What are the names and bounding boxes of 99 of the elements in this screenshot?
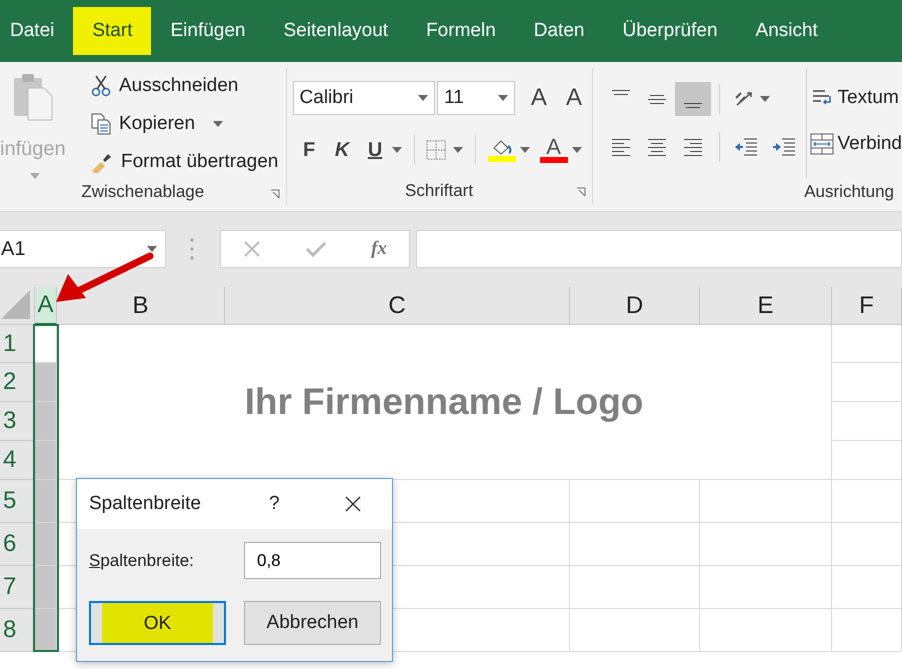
borders-icon[interactable] xyxy=(426,139,447,161)
sheet-cell[interactable] xyxy=(35,325,57,363)
dialog-launcher-icon[interactable] xyxy=(576,187,586,197)
merge-button[interactable]: Verbind xyxy=(810,132,902,156)
ok-button[interactable]: OK xyxy=(89,601,226,645)
group-label: Ausrichtung xyxy=(804,182,894,202)
italic-button[interactable]: K xyxy=(326,138,359,162)
sheet-cell[interactable] xyxy=(700,609,832,652)
ribbon-tab[interactable]: Datei xyxy=(0,7,74,55)
ribbon-tab[interactable]: Formeln xyxy=(407,7,515,55)
sheet-cell[interactable] xyxy=(35,609,57,652)
sheet-cell[interactable] xyxy=(832,523,902,566)
row-header[interactable]: 4 xyxy=(0,441,35,480)
ribbon-tab[interactable]: Überprüfen xyxy=(603,7,737,55)
close-icon[interactable] xyxy=(345,496,361,512)
caret-icon[interactable] xyxy=(392,147,402,153)
ribbon-tab[interactable]: Einfügen xyxy=(151,7,264,55)
column-header[interactable]: F xyxy=(832,287,902,325)
company-title: Ihr Firmenname / Logo xyxy=(244,381,644,423)
sheet-cell[interactable] xyxy=(832,480,902,523)
copy-icon xyxy=(91,112,111,134)
align-right-icon xyxy=(684,138,702,156)
formula-input[interactable] xyxy=(416,230,902,268)
scissors-icon xyxy=(91,74,111,96)
column-header[interactable]: E xyxy=(700,287,832,325)
grow-font-button[interactable]: A xyxy=(521,84,556,112)
column-header[interactable]: B xyxy=(57,287,225,325)
caret-icon[interactable] xyxy=(213,120,224,126)
sheet-cell[interactable] xyxy=(35,363,57,402)
fill-color-swatch xyxy=(488,156,516,162)
row-header[interactable]: 6 xyxy=(0,523,35,566)
group-label: Schriftart xyxy=(405,181,474,201)
dialog-title: Spaltenbreite xyxy=(89,493,202,515)
caret-icon[interactable] xyxy=(760,96,770,102)
align-middle-icon xyxy=(648,94,666,104)
field-label: Spaltenbreite: xyxy=(89,550,194,570)
sheet-cell[interactable] xyxy=(35,480,57,523)
font-name-dropdown[interactable]: Calibri xyxy=(292,81,436,115)
help-button[interactable]: ? xyxy=(269,493,345,515)
merge-cells-icon xyxy=(810,132,834,156)
align-top-icon xyxy=(612,90,630,95)
sheet-cell[interactable] xyxy=(700,523,832,566)
cancel-icon[interactable] xyxy=(243,240,262,258)
sheet-cell[interactable] xyxy=(570,566,700,609)
row-header[interactable]: 5 xyxy=(0,480,35,523)
row-header[interactable]: 1 xyxy=(0,325,35,363)
font-color-swatch xyxy=(540,157,568,163)
caret-icon[interactable] xyxy=(452,147,463,153)
font-size-dropdown[interactable]: 11 xyxy=(437,81,516,115)
increase-indent-icon[interactable] xyxy=(772,136,796,158)
row-header[interactable]: 2 xyxy=(0,363,35,402)
ribbon-command[interactable]: Kopieren xyxy=(91,110,278,137)
sheet-cell[interactable] xyxy=(35,441,57,480)
decrease-indent-icon[interactable] xyxy=(734,136,758,158)
dialog-launcher-icon[interactable] xyxy=(270,189,280,199)
caret-icon[interactable] xyxy=(520,147,530,153)
row-header[interactable]: 3 xyxy=(0,402,35,441)
bold-button[interactable]: F xyxy=(292,138,326,162)
grip-icon xyxy=(190,237,194,261)
ribbon-tab[interactable]: Ansicht xyxy=(736,7,837,55)
align-center-icon xyxy=(648,138,666,156)
group-label: Zwischenablage xyxy=(81,182,204,202)
caret-icon[interactable] xyxy=(498,95,508,101)
caret-icon[interactable] xyxy=(418,95,428,101)
name-box[interactable]: A1 xyxy=(0,230,166,268)
sheet-cell[interactable] xyxy=(35,402,57,441)
caret-icon[interactable] xyxy=(572,147,582,153)
column-header[interactable]: C xyxy=(225,287,570,325)
column-header[interactable]: D xyxy=(570,287,700,325)
sheet-cell[interactable] xyxy=(570,609,700,652)
align-bottom-icon xyxy=(684,103,702,108)
insert-function-button[interactable]: fx xyxy=(371,238,387,260)
column-header[interactable]: A xyxy=(35,287,57,325)
shrink-font-button[interactable]: A xyxy=(556,84,592,112)
sheet-cell[interactable] xyxy=(35,523,57,566)
caret-icon xyxy=(30,173,40,179)
ribbon-tab[interactable]: Start xyxy=(73,7,152,55)
wrap-text-button[interactable]: Textum xyxy=(810,86,902,110)
merged-cell[interactable]: Ihr Firmenname / Logo xyxy=(57,325,832,480)
align-bottom-button[interactable] xyxy=(674,82,711,116)
sheet-cell[interactable] xyxy=(35,566,57,609)
caret-icon[interactable] xyxy=(147,246,157,252)
fill-color-button[interactable] xyxy=(488,138,516,162)
checkmark-icon[interactable] xyxy=(305,240,328,258)
underline-button[interactable]: U xyxy=(358,138,392,162)
sheet-cell[interactable] xyxy=(700,566,832,609)
ribbon-command[interactable]: Ausschneiden xyxy=(91,72,278,99)
input-field[interactable]: 0,8 xyxy=(244,542,381,579)
align-left-icon xyxy=(612,138,630,156)
sheet-cell[interactable] xyxy=(832,566,902,609)
ribbon-tab[interactable]: Seitenlayout xyxy=(264,7,408,55)
ribbon-command[interactable]: Format übertragen xyxy=(91,148,278,175)
font-color-button[interactable]: A xyxy=(540,137,568,163)
sheet-cell[interactable] xyxy=(570,523,700,566)
sheet-cell[interactable] xyxy=(832,609,902,652)
row-header[interactable]: 7 xyxy=(0,566,35,609)
row-header[interactable]: 8 xyxy=(0,609,35,652)
cancel-button[interactable]: Abbrechen xyxy=(244,601,381,645)
ribbon-tab[interactable]: Daten xyxy=(514,7,604,55)
